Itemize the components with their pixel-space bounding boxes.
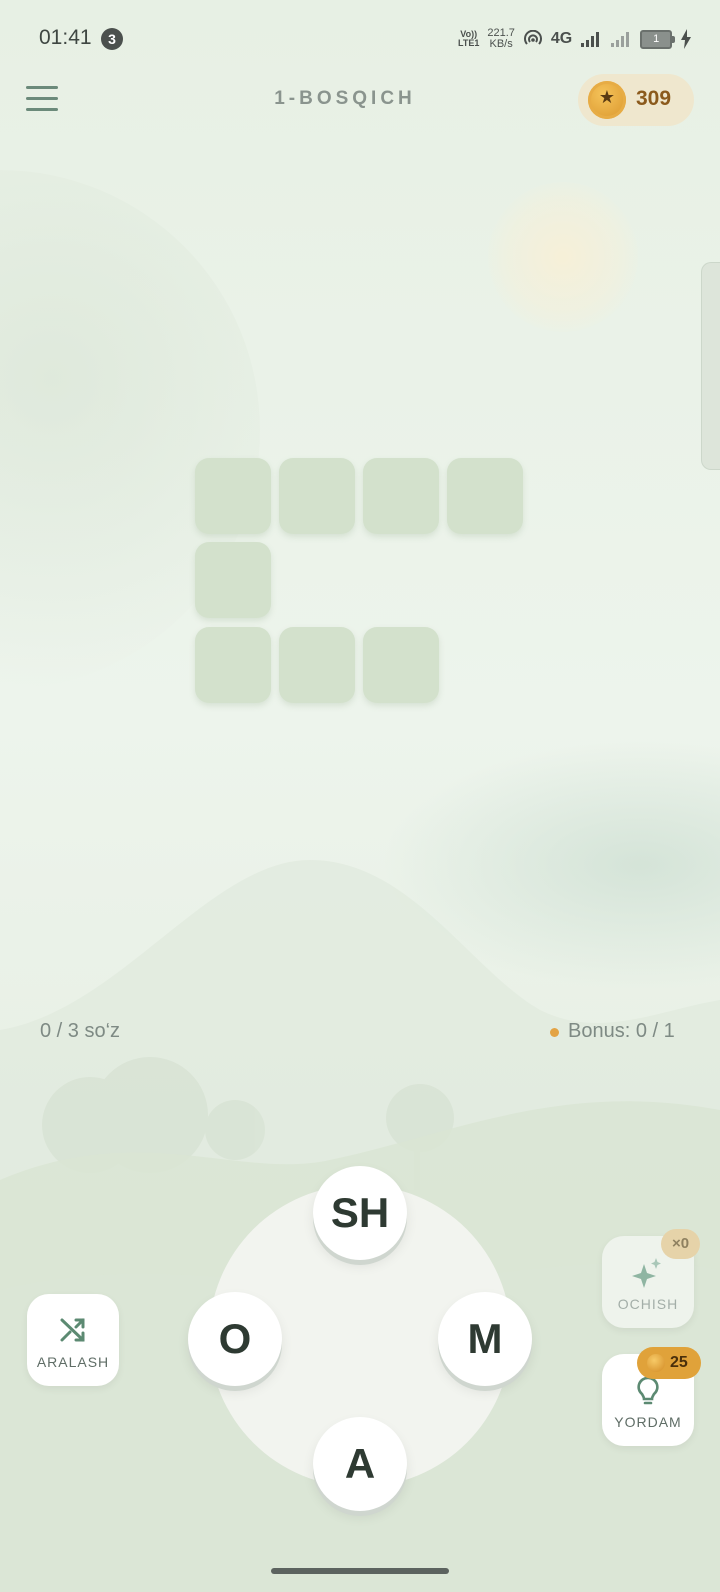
- sun-decoration: [488, 182, 638, 332]
- letter-sh[interactable]: SH: [313, 1166, 407, 1260]
- home-indicator[interactable]: [271, 1568, 449, 1574]
- coin-count: 309: [636, 87, 672, 110]
- status-time: 01:41: [39, 26, 92, 49]
- coin-star: ★: [598, 87, 616, 107]
- letter-m[interactable]: M: [438, 1292, 532, 1386]
- shuffle-label: ARALASH: [36, 1354, 110, 1370]
- signal-strong-icon: [581, 32, 600, 47]
- system-indicators: Vo)) LTE1 221.7 KB/s 4G 1: [458, 24, 692, 54]
- signal-weak-icon: [611, 32, 630, 47]
- letter-a[interactable]: A: [313, 1417, 407, 1511]
- notification-count-badge: 3: [101, 28, 123, 50]
- words-found-counter: 0 / 3 so‘z: [40, 1020, 121, 1042]
- grid-cell: [363, 627, 439, 703]
- bonus-counter: Bonus: 0 / 1: [568, 1020, 675, 1042]
- lightbulb-icon: [637, 1376, 659, 1405]
- volte-bottom: LTE1: [458, 38, 480, 48]
- network-speed: 221.7 KB/s: [487, 28, 515, 50]
- network-type: 4G: [550, 30, 573, 47]
- shuffle-icon: [60, 1318, 85, 1342]
- hotspot-icon: [523, 30, 542, 45]
- coin-balance[interactable]: ★ 309: [578, 74, 694, 126]
- reveal-label: OCHISH: [617, 1296, 679, 1312]
- hint-label: YORDAM: [614, 1414, 682, 1430]
- bonus-dot-icon: [550, 1028, 559, 1037]
- coin-icon: ★: [588, 81, 626, 119]
- hint-cost-badge: 25: [637, 1347, 701, 1379]
- letter-o[interactable]: O: [188, 1292, 282, 1386]
- grid-cell: [195, 627, 271, 703]
- speed-unit: KB/s: [489, 38, 513, 50]
- shuffle-button[interactable]: ARALASH: [27, 1294, 119, 1386]
- volte-indicator: Vo)) LTE1: [458, 30, 479, 48]
- battery-icon: 1: [640, 29, 676, 49]
- reveal-count-badge: ×0: [661, 1229, 700, 1259]
- grid-cell: [279, 627, 355, 703]
- grid-cell: [447, 458, 523, 534]
- hint-cost-value: 25: [670, 1354, 688, 1371]
- side-panel-handle[interactable]: [701, 262, 720, 470]
- status-bar: 01:41 3 Vo)) LTE1 221.7 KB/s 4G 1: [0, 0, 720, 78]
- grid-cell: [195, 542, 271, 618]
- grid-cell: [195, 458, 271, 534]
- grid-cell: [279, 458, 355, 534]
- sparkle-icon: [632, 1258, 661, 1288]
- charging-icon: [681, 29, 692, 49]
- grid-cell: [363, 458, 439, 534]
- coin-icon-small: [647, 1354, 665, 1372]
